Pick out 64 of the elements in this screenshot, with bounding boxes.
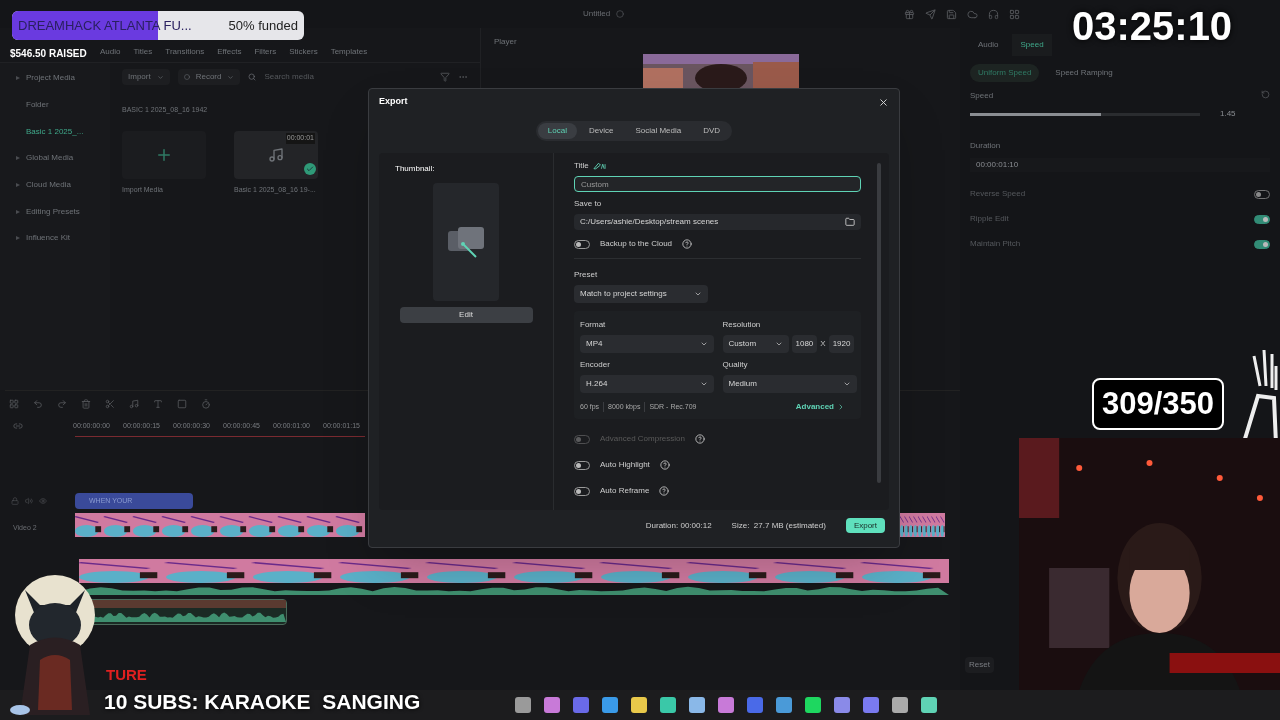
mode-tab[interactable]: Uniform Speed [970,64,1040,82]
nav-tab[interactable]: Transitions [165,46,205,58]
export-button[interactable]: Export [845,518,885,533]
resolution-dropdown[interactable]: Custom [722,335,789,353]
sidebar-item[interactable]: Editing Presets [0,198,110,226]
mode-tab[interactable]: Speed Ramping [1047,64,1121,82]
tab[interactable]: Speed [1012,34,1052,56]
player-label: Player [494,36,517,48]
option-label: Maintain Pitch [970,238,1021,250]
title-field[interactable]: Custom [574,176,861,192]
width-field[interactable]: 1080 [791,335,818,353]
record-dropdown[interactable]: Record [177,69,241,85]
sidebar-item[interactable]: Influence Kit [0,225,110,252]
nav-tab[interactable]: Stickers [289,46,318,58]
format-label: Format [580,319,607,331]
option-label: Auto Reframe [600,485,650,497]
tab[interactable]: Device [579,123,624,139]
resolution-label: Resolution [722,319,762,331]
reset-button[interactable]: Reset [965,657,994,673]
sub-counter: 309/350 [1092,378,1225,430]
sidebar-item[interactable]: Basic 1 2025_... [0,118,110,146]
sidebar-item[interactable]: Cloud Media [0,171,110,199]
option-label: Auto Highlight [600,459,650,471]
tab[interactable]: Social Media [625,123,692,139]
ticker-text: 10 SUBS: KARAOKE SANGING [104,689,421,715]
save-to-label: Save to [574,198,603,210]
window-title: Untitled [583,8,611,20]
title-label: Title [574,160,589,172]
sidebar-item[interactable]: Folder [0,91,110,119]
format-dropdown[interactable]: MP4 [580,335,714,353]
encoder-label: Encoder [580,359,611,371]
tab[interactable]: DVD [693,123,731,139]
height-field[interactable]: 1920 [828,335,855,353]
save-path-field[interactable]: C:/Users/ashie/Desktop/stream scenes [574,214,861,230]
sidebar-item[interactable]: Project Media [0,65,110,92]
dialog-title: Export [379,95,408,109]
stream-timer: 03:25:10 [1072,3,1233,50]
option-label: Backup to the Cloud [600,238,673,250]
size-text: Size: 27.7 MB (estimated) [731,519,826,532]
dimension-separator: X [820,338,826,350]
nav-tab[interactable]: Titles [133,46,153,58]
encoder-dropdown[interactable]: H.264 [580,375,714,393]
raised-text: $546.50 RAISED [10,47,87,61]
nav-tab[interactable]: Templates [330,46,368,58]
speed-label: Speed [970,90,994,102]
tab[interactable]: Local [537,123,577,139]
quality-dropdown[interactable]: Medium [722,375,857,393]
advanced-link[interactable]: Advanced [795,401,845,413]
nav-tab[interactable]: Effects [217,46,242,58]
preset-label: Preset [574,269,599,281]
sidebar-item[interactable]: Global Media [0,145,110,172]
edit-button[interactable]: Edit [399,307,533,323]
ticker-fragment: TURE [106,665,147,685]
preset-dropdown[interactable]: Match to project settings [574,285,708,303]
tab[interactable]: Audio [970,34,1007,56]
duration-label: Duration [970,140,1002,152]
nav-tab[interactable]: Filters [254,46,277,58]
import-dropdown[interactable]: Import [122,69,170,85]
nav-tab[interactable]: Audio [100,46,121,58]
duration-text: Duration: 00:00:12 [645,519,712,532]
thumbnail-label: Thumbnail: [395,163,435,175]
goal-status: 50% funded [228,16,298,35]
speed-value: 1.45 [1220,108,1236,120]
quality-label: Quality [722,359,749,371]
